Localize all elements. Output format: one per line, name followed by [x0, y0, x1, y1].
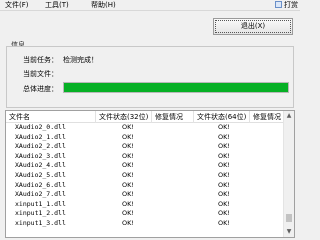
current-file-label: 当前文件： — [23, 70, 58, 78]
cell-filename: XAudio2_2.dll — [15, 142, 66, 151]
cell-status-64: OK! — [218, 142, 230, 151]
table-row[interactable]: XAudio2_5.dll OK! OK! — [6, 171, 284, 181]
column-header-filename[interactable]: 文件名 — [6, 111, 96, 123]
table-row[interactable]: xinput1_3.dll OK! OK! — [6, 219, 284, 229]
donate-label: 打赏 — [284, 1, 298, 9]
table-row[interactable]: XAudio2_2.dll OK! OK! — [6, 142, 284, 152]
cell-status-64: OK! — [218, 180, 230, 189]
current-task-label: 当前任务： — [23, 56, 58, 64]
cell-filename: xinput1_1.dll — [15, 199, 66, 208]
vertical-scrollbar[interactable]: ▲ ▼ — [283, 111, 294, 237]
donate-menu-item[interactable]: 打赏 — [275, 0, 298, 10]
cell-filename: XAudio2_6.dll — [15, 180, 66, 189]
cell-status-32: OK! — [122, 151, 134, 160]
menu-help[interactable]: 帮助(H) — [90, 0, 117, 10]
cell-status-32: OK! — [122, 123, 134, 131]
scrollbar-thumb[interactable] — [286, 214, 292, 223]
progress-fill — [64, 83, 288, 92]
cell-status-64: OK! — [218, 170, 230, 179]
table-row[interactable]: XAudio2_3.dll OK! OK! — [6, 152, 284, 162]
cell-filename: XAudio2_3.dll — [15, 151, 66, 160]
menu-bar: 文件(F) 工具(T) 帮助(H) 打赏 — [0, 0, 300, 10]
cell-status-32: OK! — [122, 161, 134, 170]
menu-tools[interactable]: 工具(T) — [44, 0, 70, 10]
cell-filename: XAudio2_5.dll — [15, 170, 66, 179]
cell-filename: XAudio2_1.dll — [15, 132, 66, 141]
cell-status-32: OK! — [122, 218, 134, 227]
table-row[interactable]: XAudio2_4.dll OK! OK! — [6, 161, 284, 171]
file-status-table: 文件名 文件状态(32位) 修复情况 文件状态(64位) 修复情况 XAudio… — [5, 110, 295, 238]
cell-filename: XAudio2_0.dll — [15, 123, 66, 131]
table-row[interactable]: XAudio2_7.dll OK! OK! — [6, 190, 284, 200]
table-row[interactable]: XAudio2_0.dll OK! OK! — [6, 123, 284, 133]
menu-divider — [0, 10, 300, 11]
cell-status-32: OK! — [122, 180, 134, 189]
exit-button[interactable]: 退出(X) — [213, 18, 293, 35]
progress-label: 总体进度： — [23, 85, 58, 93]
table-row[interactable]: xinput1_2.dll OK! OK! — [6, 209, 284, 219]
table-row[interactable]: xinput1_1.dll OK! OK! — [6, 200, 284, 210]
cell-filename: xinput1_3.dll — [15, 218, 66, 227]
cell-status-64: OK! — [218, 218, 230, 227]
table-body: XAudio2_0.dll OK! OK! XAudio2_1.dll OK! OK! XA… — [6, 123, 284, 229]
cell-status-32: OK! — [122, 190, 134, 199]
cell-status-64: OK! — [218, 123, 230, 131]
cell-status-64: OK! — [218, 132, 230, 141]
cell-status-64: OK! — [218, 199, 230, 208]
cell-filename: XAudio2_4.dll — [15, 161, 66, 170]
cell-status-32: OK! — [122, 170, 134, 179]
column-header-repair-32[interactable]: 修复情况 — [152, 111, 194, 123]
column-header-status-32[interactable]: 文件状态(32位) — [96, 111, 152, 123]
cell-status-64: OK! — [218, 209, 230, 218]
scroll-down-icon[interactable]: ▼ — [284, 227, 294, 237]
cell-status-64: OK! — [218, 161, 230, 170]
scroll-up-icon[interactable]: ▲ — [284, 111, 294, 121]
cell-status-32: OK! — [122, 209, 134, 218]
overall-progress-bar — [63, 82, 289, 93]
cell-status-64: OK! — [218, 190, 230, 199]
table-header: 文件名 文件状态(32位) 修复情况 文件状态(64位) 修复情况 — [6, 111, 284, 123]
donate-icon — [275, 1, 282, 8]
cell-filename: XAudio2_7.dll — [15, 190, 66, 199]
current-task-value: 检测完成！ — [63, 56, 98, 64]
menu-file[interactable]: 文件(F) — [4, 0, 30, 10]
cell-status-32: OK! — [122, 199, 134, 208]
cell-filename: xinput1_2.dll — [15, 209, 66, 218]
column-header-repair-64[interactable]: 修复情况 — [250, 111, 284, 123]
column-header-status-64[interactable]: 文件状态(64位) — [194, 111, 250, 123]
table-row[interactable]: XAudio2_1.dll OK! OK! — [6, 133, 284, 143]
cell-status-32: OK! — [122, 132, 134, 141]
cell-status-32: OK! — [122, 142, 134, 151]
table-row[interactable]: XAudio2_6.dll OK! OK! — [6, 181, 284, 191]
cell-status-64: OK! — [218, 151, 230, 160]
